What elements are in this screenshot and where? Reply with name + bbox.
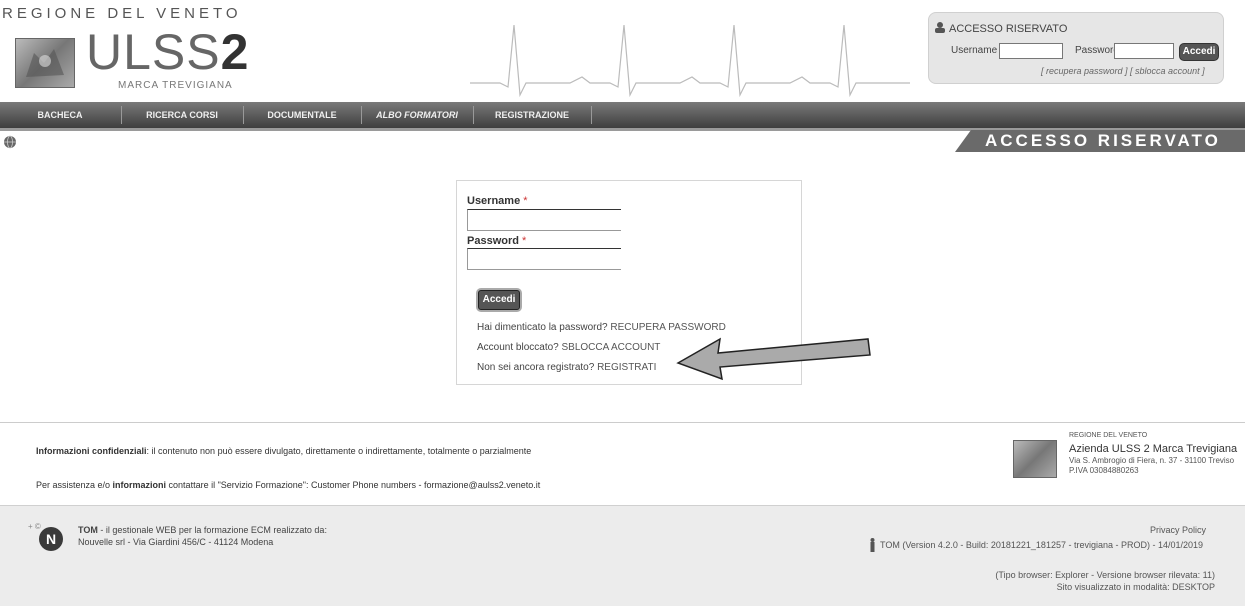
- person-icon: [870, 538, 875, 552]
- tom-logo-icon[interactable]: N: [39, 527, 63, 551]
- header-username-label: Username: [951, 45, 998, 56]
- header-username-input[interactable]: [999, 43, 1063, 59]
- header-password-input[interactable]: [1114, 43, 1174, 59]
- footer-azienda-name: Azienda ULSS 2 Marca Trevigiana: [1069, 443, 1238, 455]
- forgot-password-line: Hai dimenticato la password? RECUPERA PA…: [477, 322, 726, 333]
- footer-divider: [0, 422, 1245, 423]
- browser-info: (Tipo browser: Explorer - Versione brows…: [995, 570, 1215, 580]
- region-name: REGIONE DEL VENETO: [2, 5, 242, 22]
- assistance-notice: Per assistenza e/o informazioni contatta…: [36, 480, 541, 490]
- username-label: Username *: [467, 195, 528, 207]
- tom-company-info: Nouvelle srl - Via Giardini 456/C - 4112…: [78, 537, 274, 547]
- header-login-button[interactable]: Accedi: [1179, 43, 1219, 61]
- brand-logo-number: 2: [220, 24, 250, 80]
- unlock-account-link[interactable]: SBLOCCA ACCOUNT: [562, 342, 661, 353]
- recover-password-link[interactable]: RECUPERA PASSWORD: [610, 322, 725, 333]
- privacy-policy-link[interactable]: Privacy Policy: [1150, 525, 1206, 535]
- password-label: Password *: [467, 235, 527, 247]
- register-link[interactable]: REGISTRATI: [597, 362, 656, 373]
- nav-separator: [591, 106, 592, 124]
- annotation-arrow: [676, 337, 871, 381]
- footer-address: Via S. Ambrogio di Fiera, n. 37 - 31100 …: [1069, 456, 1235, 465]
- region-seal-logo: [15, 38, 75, 88]
- login-submit-button[interactable]: Accedi: [478, 290, 520, 310]
- confidentiality-notice: Informazioni confidenziali: il contenuto…: [36, 446, 532, 456]
- blocked-account-line: Account bloccato? SBLOCCA ACCOUNT: [477, 342, 661, 353]
- display-mode-info: Sito visualizzato in modalità: DESKTOP: [1056, 582, 1215, 592]
- ecg-decoration: [470, 24, 910, 98]
- globe-icon[interactable]: [3, 135, 17, 149]
- header-recovery-links[interactable]: [ recupera password ] [ sblocca account …: [1041, 66, 1205, 76]
- brand-logo[interactable]: ULSS2: [86, 27, 249, 77]
- footer-region-name: REGIONE DEL VENETO: [1069, 432, 1148, 439]
- nav-item-documentale[interactable]: DOCUMENTALE: [244, 102, 360, 128]
- header-login-title: ACCESSO RISERVATO: [949, 23, 1068, 35]
- nav-item-registrazione[interactable]: REGISTRAZIONE: [474, 102, 590, 128]
- brand-logo-text: ULSS: [86, 24, 221, 80]
- username-input[interactable]: [467, 209, 621, 231]
- nav-item-ricerca-corsi[interactable]: RICERCA CORSI: [122, 102, 242, 128]
- header: REGIONE DEL VENETO ULSS2 MARCA TREVIGIAN…: [0, 0, 1245, 100]
- password-input[interactable]: [467, 248, 621, 270]
- header-password-label: Password: [1075, 45, 1119, 56]
- register-line: Non sei ancora registrato? REGISTRATI: [477, 362, 657, 373]
- nav-item-albo-formatori[interactable]: ALBO FORMATORI: [362, 102, 472, 128]
- footer-region-seal-logo: [1013, 440, 1057, 478]
- brand-subtitle: MARCA TREVIGIANA: [118, 80, 233, 91]
- version-info: TOM (Version 4.2.0 - Build: 20181221_181…: [880, 540, 1204, 550]
- footer-piva: P.IVA 03084880263: [1069, 466, 1139, 475]
- header-login-box: ACCESSO RISERVATO Username Password Acce…: [928, 12, 1224, 84]
- section-banner-title: ACCESSO RISERVATO: [985, 131, 1221, 150]
- user-icon: [935, 22, 945, 33]
- tom-description: TOM - il gestionale WEB per la formazion…: [78, 525, 327, 535]
- tom-decoration: + ©: [28, 522, 41, 531]
- nav-item-bacheca[interactable]: BACHECA: [0, 102, 120, 128]
- main-nav: BACHECA RICERCA CORSI DOCUMENTALE ALBO F…: [0, 102, 1245, 128]
